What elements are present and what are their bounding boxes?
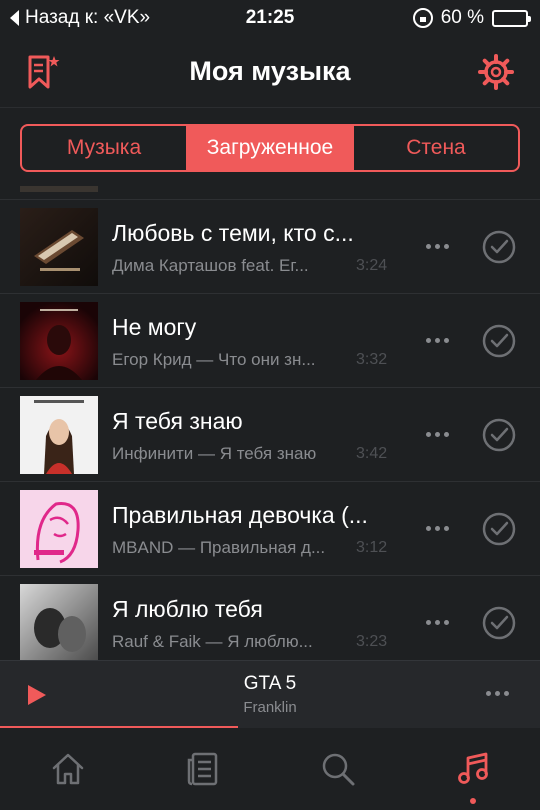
tab-downloaded[interactable]: Загруженное [186,126,352,170]
news-icon [187,752,217,786]
music-icon [457,752,488,784]
downloaded-check-icon [482,418,516,452]
more-icon[interactable] [426,236,456,256]
track-list[interactable]: Любовь с теми, кто с... Дима Карташов fe… [0,186,540,660]
list-item[interactable]: Правильная девочка (... MBAND — Правильн… [0,482,540,576]
track-title: Я тебя знаю [112,408,243,434]
track-artist: Rauf & Faik — Я люблю... [112,632,313,651]
track-duration: 3:23 [356,633,388,650]
active-tab-indicator [469,798,476,804]
track-duration: 3:42 [356,445,388,462]
downloaded-check-icon [482,324,516,358]
track-artist: Дима Карташов feat. Ег... [112,256,309,275]
now-playing-title: GTA 5 [243,673,297,694]
more-icon[interactable] [486,691,509,696]
album-cover [20,302,98,380]
album-cover [20,208,98,286]
segmented-control: Музыка Загруженное Стена [20,124,520,172]
track-title: Я люблю тебя [112,596,263,622]
list-item[interactable]: Любовь с теми, кто с... Дима Карташов fe… [0,200,540,294]
home-icon [52,753,83,785]
now-playing-artist: Franklin [243,699,297,716]
header: Моя музыка [0,36,540,108]
downloaded-check-icon [482,606,516,640]
more-icon[interactable] [426,518,456,538]
list-item-partial [0,186,540,200]
album-cover [20,396,98,474]
more-icon[interactable] [426,424,456,444]
battery-icon [492,9,531,27]
album-cover [20,584,98,660]
album-cover [20,490,98,568]
track-title: Любовь с теми, кто с... [112,220,354,246]
track-artist: Инфинити — Я тебя знаю [112,444,317,463]
page-title: Моя музыка [189,56,351,86]
track-title: Не могу [112,314,197,340]
more-icon[interactable] [426,330,456,350]
rotation-lock-icon [412,8,433,28]
track-duration: 3:12 [356,539,388,556]
tab-home[interactable] [0,728,135,810]
tab-search[interactable] [270,728,405,810]
tab-music-active[interactable] [405,728,540,810]
search-icon [322,753,354,786]
tab-music[interactable]: Музыка [22,126,186,170]
tab-bar [0,728,540,810]
track-title: Правильная девочка (... [112,502,368,528]
list-item[interactable]: Не могу Егор Крид — Что они зн... 3:32 [0,294,540,388]
track-duration: 3:24 [356,257,388,274]
tab-news[interactable] [135,728,270,810]
mini-player[interactable]: GTA 5 Franklin [0,660,540,728]
track-artist: Егор Крид — Что они зн... [112,350,316,369]
track-duration: 3:32 [356,351,388,368]
gear-icon[interactable] [478,54,514,90]
more-icon[interactable] [426,612,456,632]
status-bar: Назад к: «VK» 21:25 60 % [0,0,540,36]
status-right: 60 % [412,7,531,29]
downloaded-check-icon [482,230,516,264]
downloaded-check-icon [482,512,516,546]
list-item[interactable]: Я тебя знаю Инфинити — Я тебя знаю 3:42 [0,388,540,482]
battery-percent: 60 % [440,7,484,28]
track-artist: MBAND — Правильная д... [112,538,326,557]
tab-wall[interactable]: Стена [352,126,518,170]
list-item[interactable]: Я люблю тебя Rauf & Faik — Я люблю... 3:… [0,576,540,660]
